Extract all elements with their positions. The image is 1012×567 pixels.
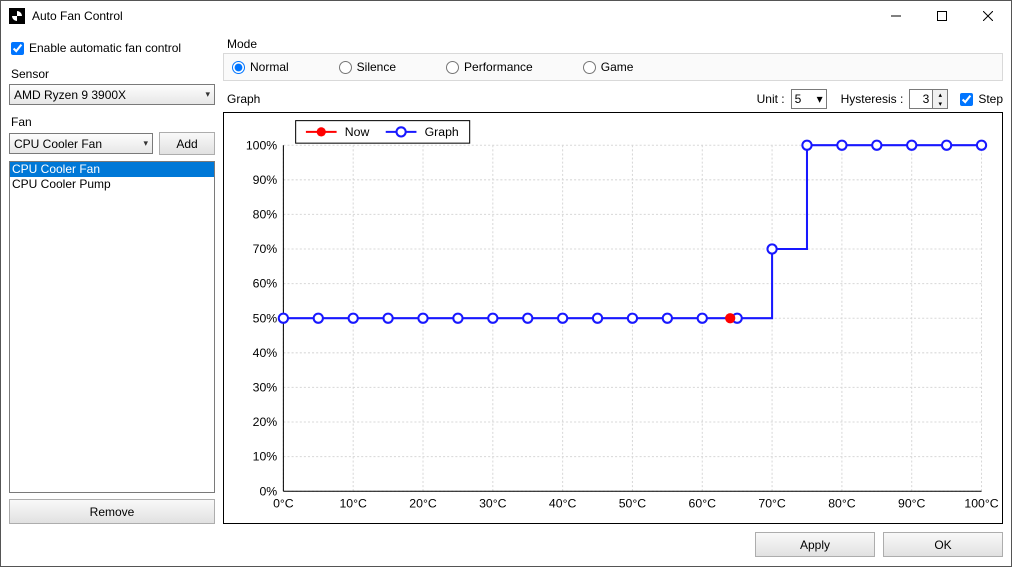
unit-select[interactable]: 5▾	[791, 89, 827, 109]
fan-label: Fan	[11, 115, 215, 129]
svg-text:30°C: 30°C	[479, 497, 507, 511]
maximize-button[interactable]	[919, 1, 965, 31]
svg-text:10%: 10%	[253, 450, 278, 464]
svg-text:0°C: 0°C	[273, 497, 294, 511]
svg-text:20%: 20%	[253, 415, 278, 429]
sensor-select[interactable]: AMD Ryzen 9 3900X▾	[9, 84, 215, 105]
svg-text:Now: Now	[345, 125, 370, 139]
unit-label: Unit :	[757, 92, 785, 106]
mode-option-normal[interactable]: Normal	[232, 60, 289, 74]
svg-text:20°C: 20°C	[409, 497, 437, 511]
mode-label: Mode	[227, 37, 1003, 51]
list-item[interactable]: CPU Cooler Pump	[10, 177, 214, 192]
hysteresis-stepper[interactable]: ▴▾	[909, 89, 948, 109]
sensor-label: Sensor	[11, 67, 215, 81]
add-button[interactable]: Add	[159, 132, 215, 155]
chevron-down-icon: ▾	[143, 138, 148, 149]
down-icon[interactable]: ▾	[933, 99, 947, 108]
svg-text:60°C: 60°C	[689, 497, 717, 511]
svg-text:100°C: 100°C	[964, 497, 998, 511]
app-icon	[9, 8, 25, 24]
svg-text:50°C: 50°C	[619, 497, 647, 511]
graph-panel[interactable]: 0%10%20%30%40%50%60%70%80%90%100%0°C10°C…	[223, 112, 1003, 524]
window-title: Auto Fan Control	[32, 9, 873, 23]
svg-text:40°C: 40°C	[549, 497, 577, 511]
mode-option-performance[interactable]: Performance	[446, 60, 533, 74]
ok-button[interactable]: OK	[883, 532, 1003, 557]
svg-text:70%: 70%	[253, 242, 278, 256]
mode-group: Normal Silence Performance Game	[223, 53, 1003, 81]
graph-label: Graph	[227, 92, 751, 106]
minimize-button[interactable]	[873, 1, 919, 31]
svg-text:90°C: 90°C	[898, 497, 926, 511]
svg-text:10°C: 10°C	[339, 497, 367, 511]
mode-option-game[interactable]: Game	[583, 60, 634, 74]
svg-text:70°C: 70°C	[758, 497, 786, 511]
chevron-down-icon: ▾	[205, 89, 210, 100]
remove-button[interactable]: Remove	[9, 499, 215, 524]
list-item[interactable]: CPU Cooler Fan	[10, 162, 214, 177]
svg-text:80%: 80%	[253, 208, 278, 222]
svg-text:90%: 90%	[253, 173, 278, 187]
step-checkbox[interactable]: Step	[954, 92, 1003, 106]
close-button[interactable]	[965, 1, 1011, 31]
fan-listbox[interactable]: CPU Cooler FanCPU Cooler Pump	[9, 161, 215, 493]
svg-text:50%: 50%	[253, 311, 278, 325]
titlebar: Auto Fan Control	[1, 1, 1011, 31]
svg-text:40%: 40%	[253, 346, 278, 360]
svg-text:80°C: 80°C	[828, 497, 856, 511]
chevron-down-icon: ▾	[817, 92, 823, 106]
enable-checkbox[interactable]: Enable automatic fan control	[9, 37, 215, 63]
apply-button[interactable]: Apply	[755, 532, 875, 557]
svg-text:100%: 100%	[246, 138, 277, 152]
enable-label: Enable automatic fan control	[29, 41, 181, 55]
mode-option-silence[interactable]: Silence	[339, 60, 396, 74]
hysteresis-label: Hysteresis :	[841, 92, 904, 106]
svg-text:60%: 60%	[253, 277, 278, 291]
fan-select[interactable]: CPU Cooler Fan▾	[9, 133, 153, 154]
svg-text:Graph: Graph	[425, 125, 459, 139]
svg-text:30%: 30%	[253, 381, 278, 395]
up-icon[interactable]: ▴	[933, 90, 947, 99]
